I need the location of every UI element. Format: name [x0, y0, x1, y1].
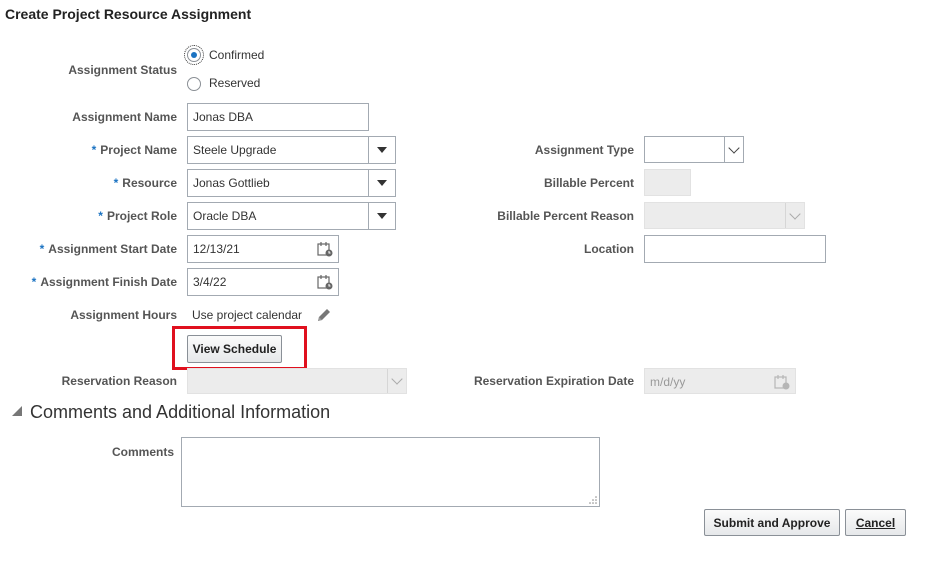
assignment-hours-value: Use project calendar	[192, 308, 303, 322]
page-title: Create Project Resource Assignment	[5, 6, 252, 22]
radio-reserved[interactable]	[187, 77, 201, 91]
assignment-type-label: Assignment Type	[534, 143, 634, 157]
calendar-icon[interactable]	[317, 274, 333, 290]
project-name-value: Steele Upgrade	[193, 143, 277, 157]
radio-button-selected[interactable]	[184, 45, 204, 65]
project-role-value: Oracle DBA	[193, 209, 257, 223]
assignment-status-label: Assignment Status	[68, 63, 177, 77]
project-name-label: * Project Name	[92, 143, 177, 157]
finish-date-value: 3/4/22	[193, 275, 227, 289]
comments-section-title: Comments and Additional Information	[30, 402, 331, 422]
chevron-down-icon	[391, 373, 403, 385]
assignment-name-label: Assignment Name	[72, 110, 177, 124]
start-date-label-text: Assignment Start Date	[48, 242, 177, 256]
start-date-value: 12/13/21	[193, 242, 240, 256]
location-label: Location	[584, 242, 634, 256]
calendar-icon[interactable]	[317, 241, 333, 257]
dropdown-button[interactable]	[368, 137, 395, 163]
assignment-name-input[interactable]: Jonas DBA	[187, 103, 369, 131]
radio-reserved-label[interactable]: Reserved	[209, 76, 260, 90]
caret-down-icon	[377, 147, 387, 153]
billable-percent-input	[644, 169, 691, 196]
resource-label: * Resource	[114, 176, 177, 190]
calendar-icon	[774, 375, 790, 390]
finish-date-label-text: Assignment Finish Date	[40, 275, 177, 289]
required-marker: *	[31, 275, 37, 289]
start-date-input[interactable]: 12/13/21	[187, 235, 339, 263]
edit-pencil-icon[interactable]	[315, 306, 333, 324]
view-schedule-button[interactable]: View Schedule	[187, 335, 282, 363]
dropdown-button	[387, 369, 406, 393]
project-role-label: * Project Role	[98, 209, 177, 223]
dropdown-button[interactable]	[724, 137, 743, 162]
required-marker: *	[91, 143, 97, 157]
start-date-label: * Assignment Start Date	[40, 242, 177, 256]
finish-date-input[interactable]: 3/4/22	[187, 268, 339, 296]
project-name-label-text: Project Name	[100, 143, 177, 157]
project-role-select[interactable]: Oracle DBA	[187, 202, 396, 230]
caret-down-icon	[377, 180, 387, 186]
reservation-reason-label: Reservation Reason	[61, 374, 177, 388]
reservation-reason-select	[187, 368, 407, 394]
comments-label: Comments	[111, 445, 174, 459]
submit-and-approve-button[interactable]: Submit and Approve	[704, 509, 840, 536]
required-marker: *	[113, 176, 119, 190]
project-name-select[interactable]: Steele Upgrade	[187, 136, 396, 164]
radio-button[interactable]	[187, 77, 201, 91]
project-role-label-text: Project Role	[106, 209, 177, 223]
dropdown-button[interactable]	[368, 170, 395, 196]
radio-confirmed-label[interactable]: Confirmed	[209, 48, 264, 62]
radio-confirmed[interactable]	[184, 45, 204, 65]
location-input[interactable]	[644, 235, 826, 263]
collapse-triangle-icon[interactable]	[12, 406, 22, 416]
required-marker: *	[39, 242, 45, 256]
billable-percent-reason-label: Billable Percent Reason	[497, 209, 634, 223]
resource-label-text: Resource	[122, 176, 177, 190]
chevron-down-icon	[789, 207, 801, 220]
comments-textarea[interactable]	[181, 437, 600, 507]
reservation-expiration-input: m/d/yy	[644, 368, 796, 394]
billable-percent-label: Billable Percent	[543, 176, 634, 190]
caret-down-icon	[377, 213, 387, 219]
reservation-expiration-placeholder: m/d/yy	[650, 375, 686, 389]
dropdown-button[interactable]	[368, 203, 395, 229]
assignment-hours-label: Assignment Hours	[70, 308, 177, 322]
resource-select[interactable]: Jonas Gottlieb	[187, 169, 396, 197]
resource-value: Jonas Gottlieb	[193, 176, 270, 190]
reservation-expiration-label: Reservation Expiration Date	[473, 374, 634, 388]
assignment-type-select[interactable]	[644, 136, 744, 163]
required-marker: *	[98, 209, 103, 223]
dropdown-button	[785, 203, 804, 228]
finish-date-label: * Assignment Finish Date	[32, 275, 177, 289]
chevron-down-icon	[728, 141, 740, 154]
resize-handle-icon[interactable]	[589, 496, 597, 504]
billable-percent-reason-select	[644, 202, 805, 229]
cancel-button[interactable]: Cancel	[845, 509, 906, 536]
